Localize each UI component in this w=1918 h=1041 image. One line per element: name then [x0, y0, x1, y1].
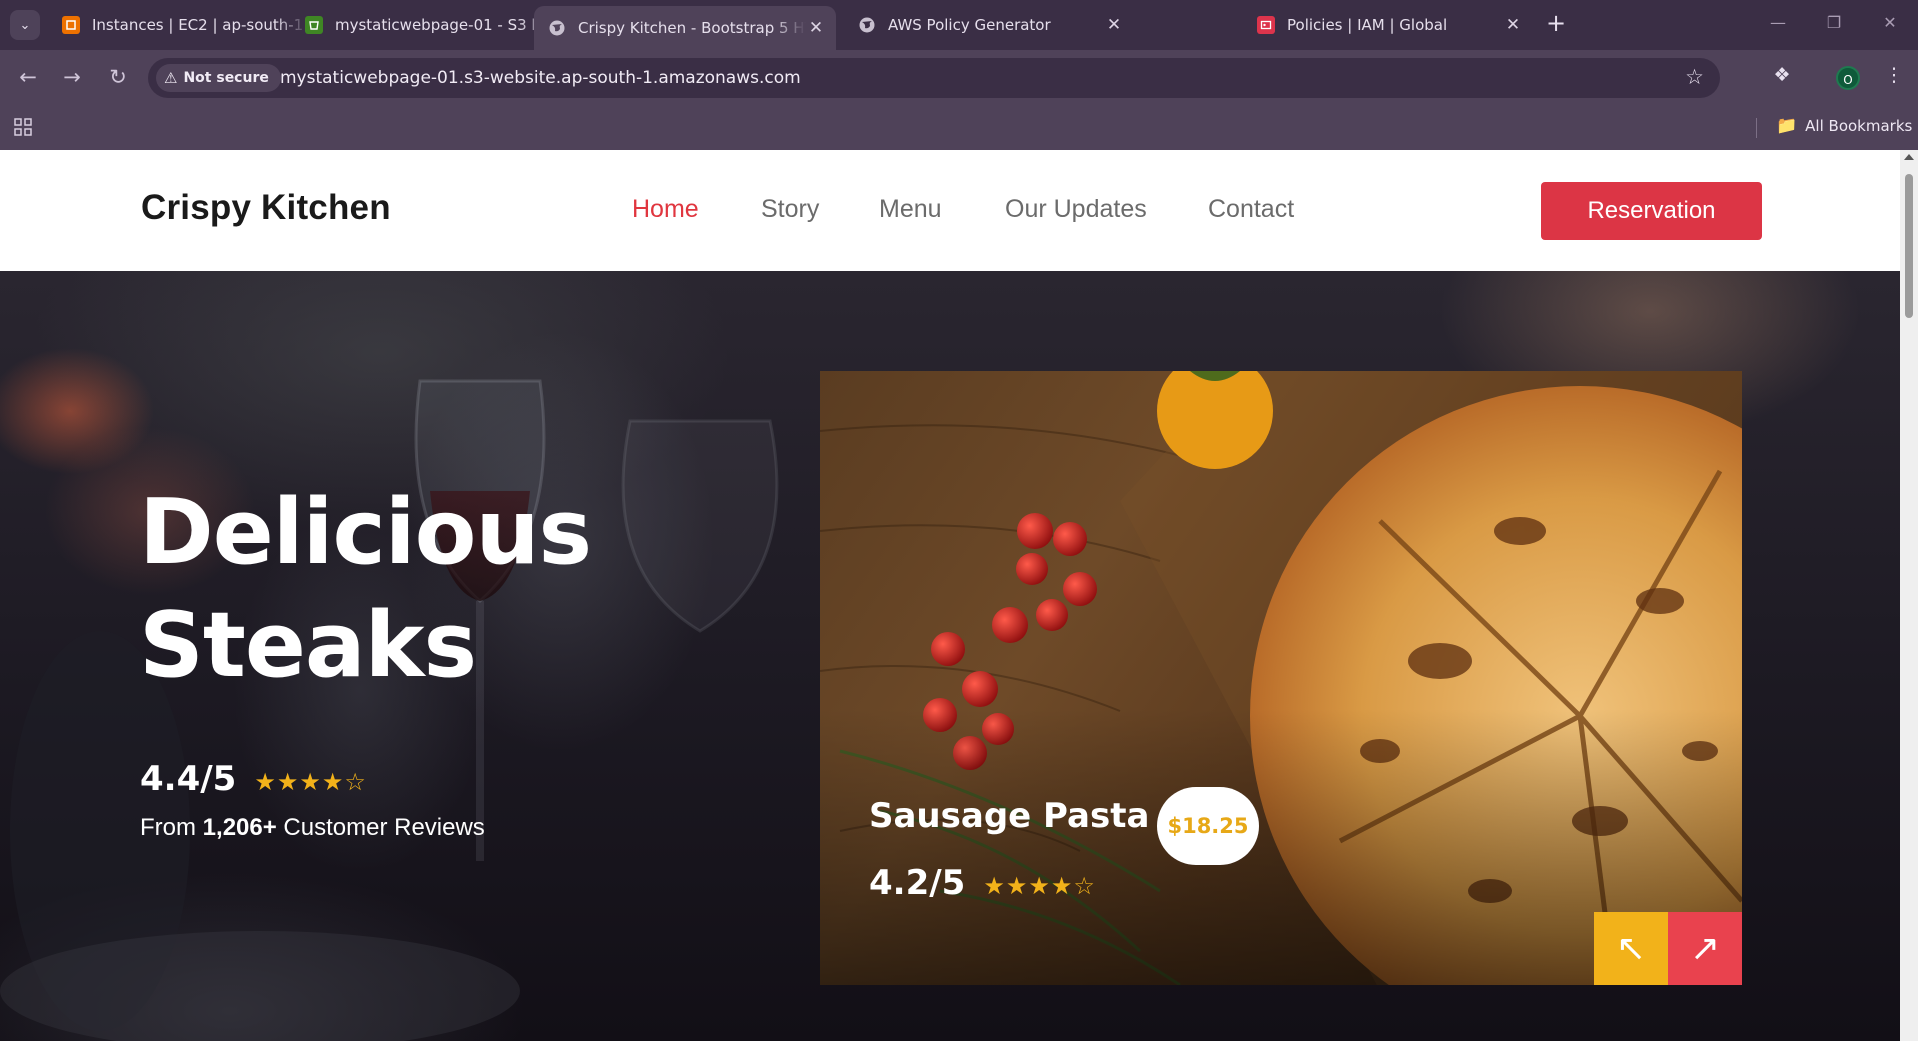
folder-icon: 📁: [1776, 116, 1798, 136]
tab-title: Policies | IAM | Global: [1287, 16, 1448, 34]
all-bookmarks-label: All Bookmarks: [1805, 117, 1913, 135]
reviews-prefix: From: [140, 814, 196, 841]
dish-name: Sausage Pasta: [869, 796, 1150, 836]
arrow-left-icon: ←: [19, 65, 37, 89]
reload-icon: ↻: [109, 65, 127, 89]
arrow-up-right-icon: ↗: [1689, 928, 1721, 969]
plus-icon: +: [1545, 9, 1567, 37]
price-badge: $18.25: [1157, 787, 1259, 865]
arrow-right-icon: →: [63, 65, 81, 89]
warning-icon: ⚠: [164, 69, 178, 87]
scroll-up-icon[interactable]: [1904, 154, 1914, 160]
close-icon[interactable]: ✕: [1104, 15, 1124, 35]
close-icon[interactable]: ✕: [806, 18, 826, 38]
tab-title: mystaticwebpage-01 - S3 bucket: [335, 16, 551, 34]
nav-story[interactable]: Story: [761, 195, 819, 224]
nav-our-updates[interactable]: Our Updates: [1005, 195, 1147, 224]
web-page: Crispy Kitchen Home Story Menu Our Updat…: [0, 150, 1900, 1041]
hero-rating-score: 4.4/5: [140, 759, 237, 799]
tab-title: Crispy Kitchen - Bootstrap 5 HTML Templa…: [578, 19, 806, 37]
bookmarks-bar: 📁 All Bookmarks: [0, 106, 1918, 150]
scrollbar-thumb[interactable]: [1905, 174, 1913, 318]
minimize-button[interactable]: —: [1766, 12, 1790, 36]
restore-icon: ❐: [1826, 13, 1842, 32]
hero-title: Delicious Steaks: [139, 476, 592, 702]
aws-iam-icon: [1257, 16, 1275, 34]
hero-section: Delicious Steaks 4.4/5 ★★★★☆ From 1,206+…: [0, 271, 1900, 1041]
tab-aws-policy-generator[interactable]: AWS Policy Generator ✕: [844, 8, 1134, 42]
page-scrollbar[interactable]: [1900, 150, 1918, 1041]
dish-rating-score: 4.2/5: [869, 863, 966, 903]
reservation-button[interactable]: Reservation: [1541, 182, 1762, 240]
tab-title: AWS Policy Generator: [888, 16, 1051, 34]
dish-rating: 4.2/5 ★★★★☆: [869, 863, 1096, 903]
reload-button[interactable]: ↻: [104, 64, 132, 92]
tab-search-button[interactable]: ⌄: [10, 10, 40, 40]
globe-icon: [858, 16, 876, 34]
close-window-button[interactable]: ✕: [1878, 12, 1902, 36]
close-icon[interactable]: ✕: [1503, 15, 1523, 35]
browser-menu-button[interactable]: ⋮: [1880, 64, 1908, 92]
hero-title-line-2: Steaks: [139, 593, 477, 698]
star-rating-icon: ★★★★☆: [983, 872, 1096, 900]
site-brand[interactable]: Crispy Kitchen: [141, 188, 391, 228]
browser-toolbar: ← → ↻ ⚠ Not secure mystaticwebpage-01.s3…: [0, 50, 1918, 106]
address-bar[interactable]: ⚠ Not secure mystaticwebpage-01.s3-websi…: [148, 58, 1720, 98]
aws-s3-icon: [305, 16, 323, 34]
forward-button[interactable]: →: [58, 64, 86, 92]
back-button[interactable]: ←: [14, 64, 42, 92]
site-navbar: Crispy Kitchen Home Story Menu Our Updat…: [0, 150, 1900, 271]
all-bookmarks-button[interactable]: 📁 All Bookmarks: [1776, 116, 1912, 136]
hero-rating: 4.4/5 ★★★★☆: [140, 759, 367, 799]
tab-strip: ⌄ Instances | EC2 | ap-south-1 ✕ mystati…: [0, 0, 1918, 50]
star-rating-icon: ★★★★☆: [254, 768, 367, 796]
hero-reviews: From 1,206+ Customer Reviews: [140, 814, 485, 842]
site-info-button[interactable]: ⚠ Not secure: [156, 64, 281, 92]
new-tab-button[interactable]: +: [1542, 10, 1570, 38]
featured-dish-card: Sausage Pasta $18.25 4.2/5 ★★★★☆ ↖ ↗: [820, 371, 1742, 985]
reviews-suffix: Customer Reviews: [283, 814, 485, 841]
arrow-up-left-icon: ↖: [1615, 928, 1647, 969]
tab-iam-policies[interactable]: Policies | IAM | Global ✕: [1243, 8, 1533, 42]
nav-menu[interactable]: Menu: [879, 195, 942, 224]
minimize-icon: —: [1770, 13, 1786, 32]
url-text[interactable]: mystaticwebpage-01.s3-website.ap-south-1…: [280, 68, 801, 88]
bookmark-star-icon[interactable]: ☆: [1685, 65, 1704, 89]
nav-contact[interactable]: Contact: [1208, 195, 1294, 224]
carousel-next-button[interactable]: ↗: [1668, 912, 1742, 985]
bookmarks-divider: [1756, 118, 1757, 138]
nav-home[interactable]: Home: [632, 195, 699, 224]
tab-crispy-kitchen[interactable]: Crispy Kitchen - Bootstrap 5 HTML Templa…: [534, 6, 836, 50]
restore-button[interactable]: ❐: [1822, 12, 1846, 36]
puzzle-icon: ❖: [1773, 64, 1791, 86]
tab-title: Instances | EC2 | ap-south-1: [92, 16, 304, 34]
chevron-down-icon: ⌄: [19, 17, 31, 33]
profile-avatar[interactable]: O: [1836, 66, 1860, 90]
reviews-count: 1,206+: [202, 814, 277, 841]
aws-ec2-icon: [62, 16, 80, 34]
browser-chrome: ⌄ Instances | EC2 | ap-south-1 ✕ mystati…: [0, 0, 1918, 150]
hero-title-line-1: Delicious: [139, 480, 592, 585]
extensions-button[interactable]: ❖: [1768, 64, 1796, 92]
more-vertical-icon: ⋮: [1884, 64, 1904, 86]
carousel-prev-button[interactable]: ↖: [1594, 912, 1668, 985]
globe-icon: [548, 19, 566, 37]
close-icon: ✕: [1883, 13, 1897, 32]
apps-grid-icon[interactable]: [14, 118, 34, 138]
security-label: Not secure: [183, 70, 269, 86]
